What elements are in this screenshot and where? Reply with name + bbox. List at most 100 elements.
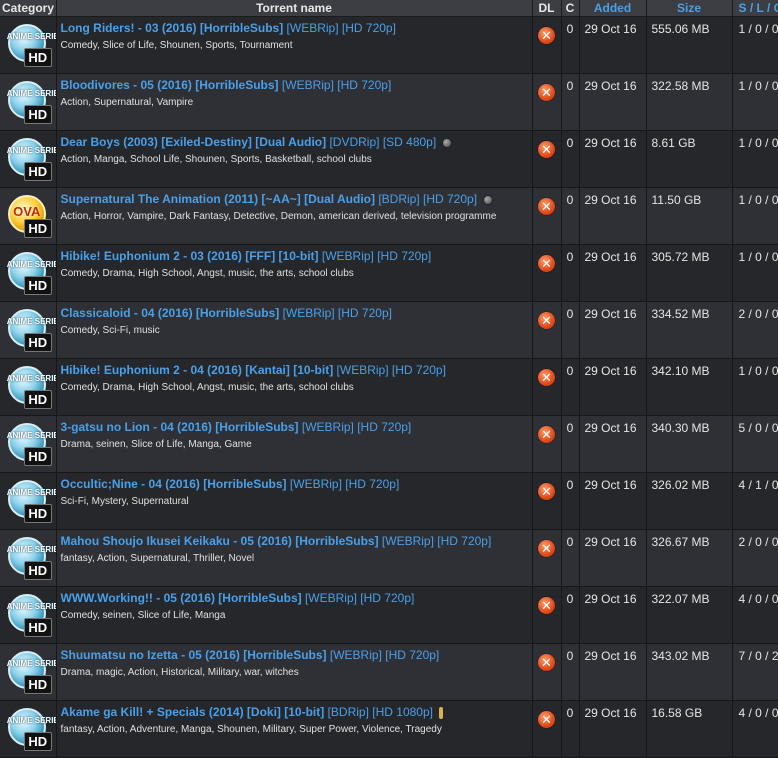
info-dot-icon[interactable] <box>483 194 494 205</box>
file-size: 326.67 MB <box>646 529 733 587</box>
file-size: 305.72 MB <box>646 244 733 302</box>
download-icon[interactable]: ✕ <box>538 369 555 386</box>
torrent-genres: Comedy, Drama, High School, Angst, music… <box>60 268 354 279</box>
torrent-genres: Sci-Fi, Mystery, Supernatural <box>60 496 189 507</box>
category-badge-icon[interactable]: ANIME SERIES HD <box>5 421 55 467</box>
header-seeders-leechers-completed[interactable]: S / L / C <box>732 0 778 17</box>
header-torrent-name[interactable]: Torrent name <box>56 0 533 17</box>
seed-leech-complete: 5 / 0 / 0 <box>732 415 778 473</box>
download-icon[interactable]: ✕ <box>538 27 555 44</box>
torrent-name-cell: Hibike! Euphonium 2 - 03 (2016) [FFF] [1… <box>56 244 533 302</box>
category-badge-icon[interactable]: ANIME SERIES HD <box>5 706 55 752</box>
torrent-title-link[interactable]: 3-gatsu no Lion - 04 (2016) [HorribleSub… <box>61 420 299 434</box>
header-category[interactable]: Category <box>0 0 57 17</box>
dl-cell: ✕ <box>532 586 562 644</box>
category-badge-icon[interactable]: ANIME SERIES HD <box>5 136 55 182</box>
download-icon[interactable]: ✕ <box>538 540 555 557</box>
comments-count[interactable]: 0 <box>561 358 580 416</box>
badge-label: ANIME SERIES <box>6 146 55 155</box>
hd-icon: HD <box>23 162 52 181</box>
comments-count[interactable]: 0 <box>561 472 580 530</box>
comments-count[interactable]: 0 <box>561 16 580 74</box>
badge-label: ANIME SERIES <box>6 317 55 326</box>
download-icon[interactable]: ✕ <box>538 597 555 614</box>
category-badge-icon[interactable]: ANIME SERIES HD <box>5 535 55 581</box>
table-row: ANIME SERIES HD Dear Boys (2003) [Exiled-D… <box>0 130 778 188</box>
header-added[interactable]: Added <box>579 0 647 17</box>
torrent-genres: Comedy, Sci-Fi, music <box>60 325 160 336</box>
torrent-title-link[interactable]: Long Riders! - 03 (2016) [HorribleSubs] <box>61 21 284 35</box>
category-badge-icon[interactable]: OVA HD <box>5 193 52 239</box>
download-icon[interactable]: ✕ <box>538 312 555 329</box>
file-size: 555.06 MB <box>646 16 733 74</box>
torrent-quality-tags: [BDRip] [HD 1080p] <box>327 705 433 719</box>
added-date: 29 Oct 16 <box>579 643 647 701</box>
seed-leech-complete: 2 / 0 / 0 <box>732 301 778 359</box>
torrent-title-link[interactable]: WWW.Working!! - 05 (2016) [HorribleSubs] <box>61 591 302 605</box>
torrent-title-link[interactable]: Mahou Shoujo Ikusei Keikaku - 05 (2016) … <box>61 534 379 548</box>
torrent-title-link[interactable]: Bloodivores - 05 (2016) [HorribleSubs] <box>61 78 279 92</box>
download-icon[interactable]: ✕ <box>538 654 555 671</box>
category-badge-icon[interactable]: ANIME SERIES HD <box>5 649 55 695</box>
dl-cell: ✕ <box>532 187 562 245</box>
torrent-title-link[interactable]: Occultic;Nine - 04 (2016) [HorribleSubs] <box>61 477 287 491</box>
comments-count[interactable]: 0 <box>561 586 580 644</box>
torrent-quality-tags: [WEBRip] [HD 720p] <box>381 534 492 548</box>
comments-count[interactable]: 0 <box>561 244 580 302</box>
header-comments[interactable]: C <box>561 0 580 17</box>
category-badge-icon[interactable]: ANIME SERIES HD <box>5 79 55 125</box>
comments-count[interactable]: 0 <box>561 529 580 587</box>
torrent-genres: Comedy, Slice of Life, Shounen, Sports, … <box>60 40 293 51</box>
dl-cell: ✕ <box>532 529 562 587</box>
header-size[interactable]: Size <box>646 0 733 17</box>
category-badge-icon[interactable]: ANIME SERIES HD <box>5 22 55 68</box>
file-size: 340.30 MB <box>646 415 733 473</box>
download-icon[interactable]: ✕ <box>538 198 555 215</box>
category-badge-icon[interactable]: ANIME SERIES HD <box>5 364 55 410</box>
download-icon[interactable]: ✕ <box>538 141 555 158</box>
download-icon[interactable]: ✕ <box>538 255 555 272</box>
comments-count[interactable]: 0 <box>561 130 580 188</box>
comments-count[interactable]: 0 <box>561 643 580 701</box>
added-date: 29 Oct 16 <box>579 700 647 758</box>
seed-leech-complete: 4 / 0 / 0 <box>732 586 778 644</box>
torrent-quality-tags: [WEBRip] [HD 720p] <box>301 420 412 434</box>
info-dot-icon[interactable] <box>442 137 453 148</box>
header-dl[interactable]: DL <box>532 0 562 17</box>
category-badge-icon[interactable]: ANIME SERIES HD <box>5 250 55 296</box>
torrent-title-link[interactable]: Dear Boys (2003) [Exiled-Destiny] [Dual … <box>61 135 327 149</box>
category-badge-icon[interactable]: ANIME SERIES HD <box>5 592 55 638</box>
download-icon[interactable]: ✕ <box>538 84 555 101</box>
download-icon[interactable]: ✕ <box>538 711 555 728</box>
download-icon[interactable]: ✕ <box>538 483 555 500</box>
torrent-quality-tags: [WEBRip] [HD 720p] <box>304 591 415 605</box>
torrent-genres: Drama, seinen, Slice of Life, Manga, Gam… <box>60 439 252 450</box>
hd-icon: HD <box>23 618 52 637</box>
category-cell: ANIME SERIES HD <box>0 244 57 302</box>
download-icon[interactable]: ✕ <box>538 426 555 443</box>
dl-cell: ✕ <box>532 472 562 530</box>
torrent-title-link[interactable]: Akame ga Kill! + Specials (2014) [Doki] … <box>61 705 325 719</box>
comments-count[interactable]: 0 <box>561 301 580 359</box>
dl-cell: ✕ <box>532 301 562 359</box>
comments-count[interactable]: 0 <box>561 73 580 131</box>
comments-count[interactable]: 0 <box>561 415 580 473</box>
torrent-title-link[interactable]: Shuumatsu no Izetta - 05 (2016) [Horribl… <box>61 648 327 662</box>
torrent-title-link[interactable]: Classicaloid - 04 (2016) [HorribleSubs] <box>61 306 280 320</box>
comments-count[interactable]: 0 <box>561 187 580 245</box>
file-size: 322.07 MB <box>646 586 733 644</box>
category-badge-icon[interactable]: ANIME SERIES HD <box>5 307 55 353</box>
category-cell: ANIME SERIES HD <box>0 586 57 644</box>
torrent-title-link[interactable]: Hibike! Euphonium 2 - 03 (2016) [FFF] [1… <box>61 249 319 263</box>
torrent-quality-tags: [WEBRip] [HD 720p] <box>321 249 432 263</box>
torrent-genres: Action, Manga, School Life, Shounen, Spo… <box>60 154 372 165</box>
torrent-title-link[interactable]: Supernatural The Animation (2011) [~AA~]… <box>61 192 375 206</box>
seed-leech-complete: 2 / 0 / 0 <box>732 529 778 587</box>
dl-cell: ✕ <box>532 358 562 416</box>
comments-count[interactable]: 0 <box>561 700 580 758</box>
badge-label: ANIME SERIES <box>6 545 55 554</box>
badge-label: ANIME SERIES <box>6 89 55 98</box>
torrent-name-cell: WWW.Working!! - 05 (2016) [HorribleSubs]… <box>56 586 533 644</box>
category-badge-icon[interactable]: ANIME SERIES HD <box>5 478 55 524</box>
torrent-title-link[interactable]: Hibike! Euphonium 2 - 04 (2016) [Kantai]… <box>61 363 334 377</box>
